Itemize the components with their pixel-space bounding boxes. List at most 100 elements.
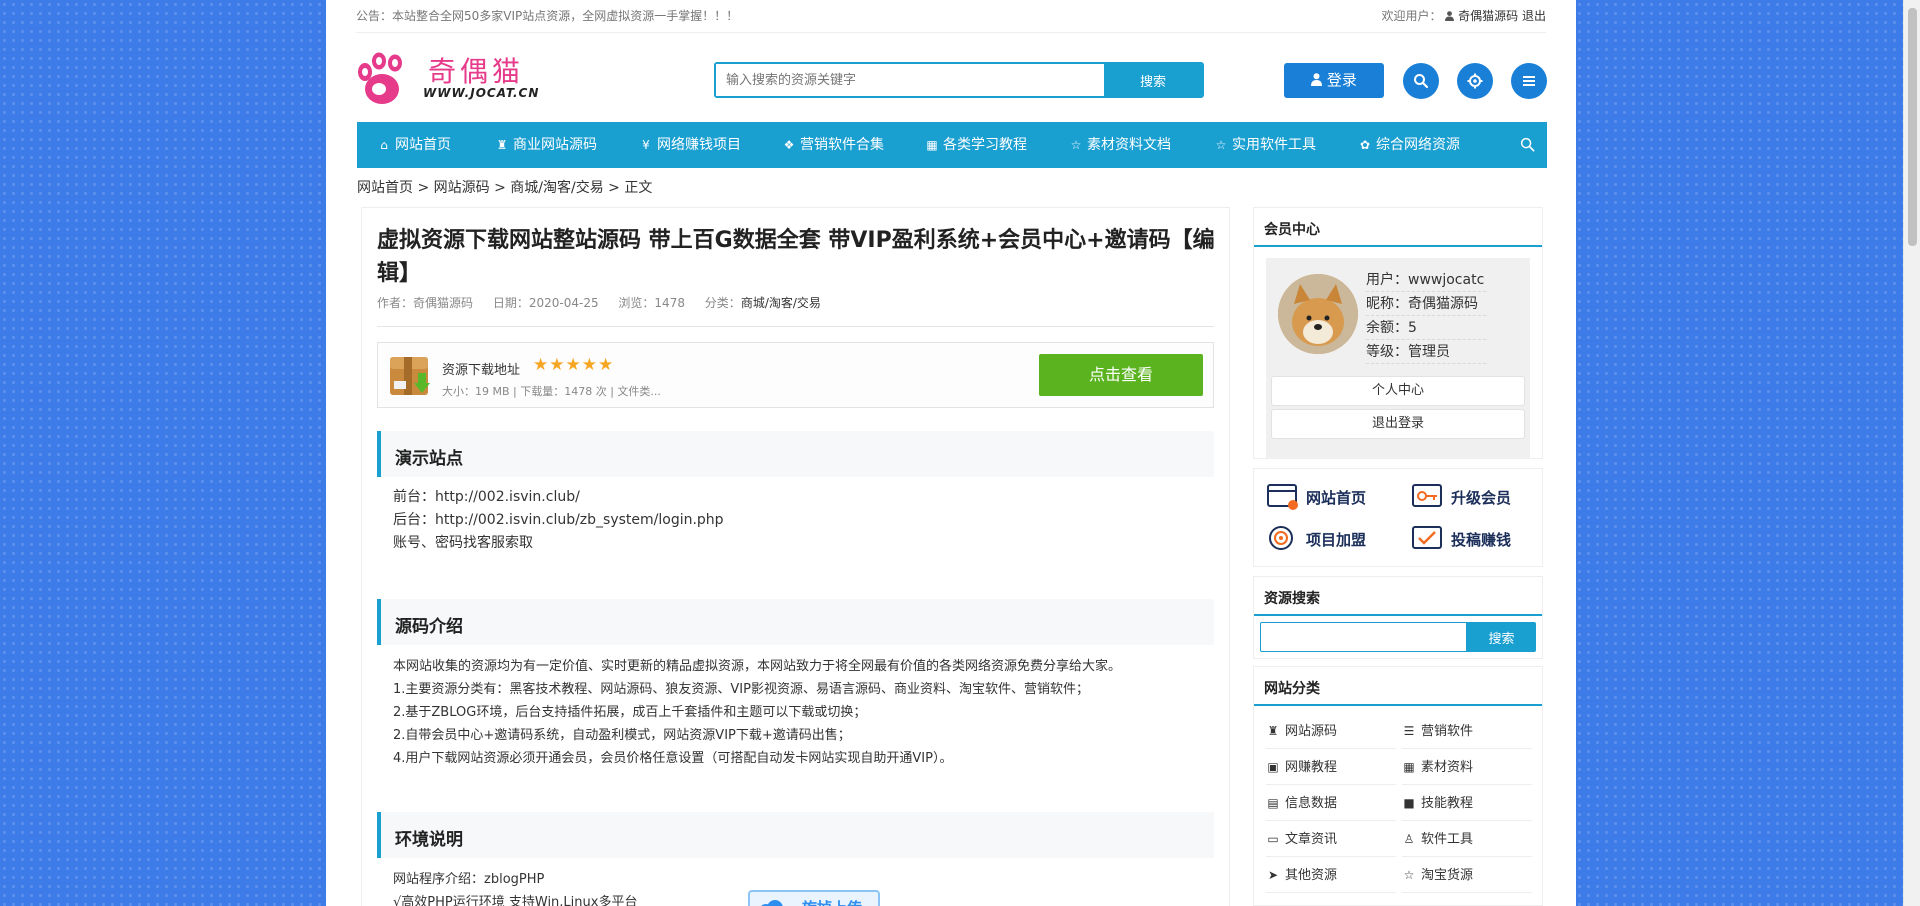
grid-icon: ▦ <box>1403 760 1415 774</box>
quick-link-upgrade[interactable]: 升级会员 <box>1399 477 1534 515</box>
nav-item-software[interactable]: ☆ 实用软件工具 <box>1214 122 1316 168</box>
username-link[interactable]: 奇偶猫源码 <box>1458 9 1518 23</box>
nav-search-icon[interactable] <box>1520 137 1535 152</box>
member-level: 等级：管理员 <box>1366 340 1486 364</box>
scrollbar-thumb[interactable] <box>1908 8 1917 246</box>
site-logo[interactable]: 奇偶猫 WWW.JOCAT.CN <box>353 48 553 108</box>
widget-title-text: 会员中心 <box>1264 222 1320 238</box>
section-demo-header: 演示站点 <box>377 431 1214 477</box>
search-input[interactable] <box>716 64 1104 96</box>
section-title: 环境说明 <box>395 830 463 850</box>
search-button[interactable]: 搜索 <box>1104 64 1202 96</box>
nav-label: 素材资料文档 <box>1087 137 1171 153</box>
member-user: 用户：wwwjocatc <box>1366 268 1486 292</box>
widget-title: 会员中心 <box>1254 208 1542 247</box>
quick-link-home[interactable]: 网站首页 <box>1254 477 1389 515</box>
menu-icon <box>1523 76 1535 86</box>
quick-link-contribute[interactable]: 投稿赚钱 <box>1399 519 1534 557</box>
header-search: 搜索 <box>714 62 1204 98</box>
demo-line-account: 账号、密码找客服索取 <box>393 535 533 551</box>
category-link[interactable]: ▦ 素材资料 <box>1402 749 1532 785</box>
article-meta: 作者：奇偶猫源码 日期：2020-04-25 浏览：1478 分类：商城/淘客/… <box>377 294 837 311</box>
category-link[interactable]: ☆ 淘宝货源 <box>1402 857 1532 893</box>
breadcrumb-home[interactable]: 网站首页 <box>357 180 413 196</box>
newspaper-icon: ▭ <box>1267 832 1279 846</box>
upload-cloud-icon <box>761 900 783 906</box>
package-icon <box>390 357 430 395</box>
sidebar-search-button[interactable]: 搜索 <box>1467 622 1536 652</box>
widget-title-text: 网站分类 <box>1264 681 1320 697</box>
member-card: 用户：wwwjocatc 昵称：奇偶猫源码 余额：5 等级：管理员 个人中心 退… <box>1266 258 1530 458</box>
member-balance: 余额：5 <box>1366 316 1486 340</box>
logout-link[interactable]: 退出 <box>1522 9 1546 23</box>
nav-item-material[interactable]: ☆ 素材资料文档 <box>1069 122 1171 168</box>
breadcrumb-cat1[interactable]: 网站源码 <box>434 180 490 196</box>
category-link[interactable]: ▣ 网赚教程 <box>1266 749 1396 785</box>
site-name: 奇偶猫 <box>428 55 525 88</box>
cubes-icon: ✿ <box>1359 138 1371 152</box>
meta-date: 日期：2020-04-25 <box>492 296 599 310</box>
home-icon: ⌂ <box>380 138 388 152</box>
dropbox-icon: ❖ <box>783 138 795 152</box>
category-label: 网赚教程 <box>1285 760 1338 775</box>
widget-title-text: 资源搜索 <box>1264 591 1320 607</box>
nav-label: 营销软件合集 <box>800 137 884 153</box>
film-icon: ▤ <box>1267 796 1279 810</box>
sidebar-search-input[interactable] <box>1260 622 1467 652</box>
quick-link-label: 升级会员 <box>1451 489 1512 507</box>
category-label: 网站源码 <box>1285 724 1338 739</box>
search-circle-button[interactable] <box>1403 63 1439 99</box>
logout-button[interactable]: 退出登录 <box>1271 409 1525 439</box>
category-label: 信息数据 <box>1285 796 1338 811</box>
announcement: 公告：本站整合全网50多家VIP站点资源，全网虚拟资源一手掌握！！！ <box>356 9 739 23</box>
dog-avatar-icon <box>1278 274 1358 354</box>
quick-link-franchise[interactable]: 项目加盟 <box>1254 519 1389 557</box>
category-link[interactable]: ■ 技能教程 <box>1402 785 1532 821</box>
env-line: 网站程序介绍：zblogPHP <box>393 872 545 887</box>
nav-label: 网站首页 <box>395 137 451 153</box>
nav-item-home[interactable]: ⌂ 网站首页 <box>377 122 451 168</box>
resource-search-widget: 资源搜索 搜索 <box>1253 576 1543 659</box>
breadcrumb-cat2[interactable]: 商城/淘客/交易 <box>510 180 603 196</box>
login-button[interactable]: 登录 <box>1284 63 1384 98</box>
main-nav: ⌂ 网站首页 ♜ 商业网站源码 ¥ 网络赚钱项目 ❖ 营销软件合集 ▦ 各类学习教程 ☆ 素… <box>357 122 1547 168</box>
nav-item-money[interactable]: ¥ 网络赚钱项目 <box>639 122 741 168</box>
meta-author: 作者：奇偶猫源码 <box>377 296 474 310</box>
view-download-button[interactable]: 点击查看 <box>1039 354 1203 396</box>
section-title: 源码介绍 <box>395 617 463 637</box>
key-icon <box>1412 484 1442 507</box>
breadcrumb-sep: > <box>608 180 620 196</box>
category-link[interactable]: ▤ 信息数据 <box>1266 785 1396 821</box>
category-label: 其他资源 <box>1285 868 1338 883</box>
member-info: 用户：wwwjocatc 昵称：奇偶猫源码 余额：5 等级：管理员 <box>1366 268 1486 364</box>
nav-item-marketing[interactable]: ❖ 营销软件合集 <box>782 122 884 168</box>
menu-circle-button[interactable] <box>1511 63 1547 99</box>
category-link[interactable]: ♙ 软件工具 <box>1402 821 1532 857</box>
nav-item-source[interactable]: ♜ 商业网站源码 <box>495 122 597 168</box>
page-scrollbar[interactable] <box>1903 0 1920 906</box>
user-center-button[interactable]: 个人中心 <box>1271 376 1525 406</box>
page-container: 公告：本站整合全网50多家VIP站点资源，全网虚拟资源一手掌握！！！ 欢迎用户：… <box>326 0 1576 906</box>
nav-item-tutorial[interactable]: ▦ 各类学习教程 <box>925 122 1027 168</box>
settings-circle-button[interactable] <box>1457 63 1493 99</box>
category-link[interactable]: ▭ 文章资讯 <box>1266 821 1396 857</box>
star-icon: ☆ <box>1070 138 1082 152</box>
paw-logo-icon <box>358 52 402 104</box>
section-title: 演示站点 <box>395 449 463 469</box>
category-label: 淘宝货源 <box>1421 868 1474 883</box>
upload-badge[interactable]: 旋掉上传 <box>748 890 880 906</box>
checklist-icon <box>1412 526 1442 549</box>
meta-category-link[interactable]: 商城/淘客/交易 <box>741 296 821 310</box>
category-link[interactable]: ♜ 网站源码 <box>1266 713 1396 749</box>
member-nickname: 昵称：奇偶猫源码 <box>1366 292 1486 316</box>
welcome-prefix: 欢迎用户： <box>1381 9 1442 23</box>
widget-title: 网站分类 <box>1254 667 1542 706</box>
category-label: 技能教程 <box>1421 796 1474 811</box>
nav-item-general[interactable]: ✿ 综合网络资源 <box>1358 122 1460 168</box>
category-link[interactable]: ☰ 营销软件 <box>1402 713 1532 749</box>
category-link[interactable]: ➤ 其他资源 <box>1266 857 1396 893</box>
quick-link-label: 投稿赚钱 <box>1451 531 1512 549</box>
target-icon <box>1269 526 1293 550</box>
video-icon: ■ <box>1403 796 1415 810</box>
rating-stars: ★★★★★ <box>533 355 615 375</box>
